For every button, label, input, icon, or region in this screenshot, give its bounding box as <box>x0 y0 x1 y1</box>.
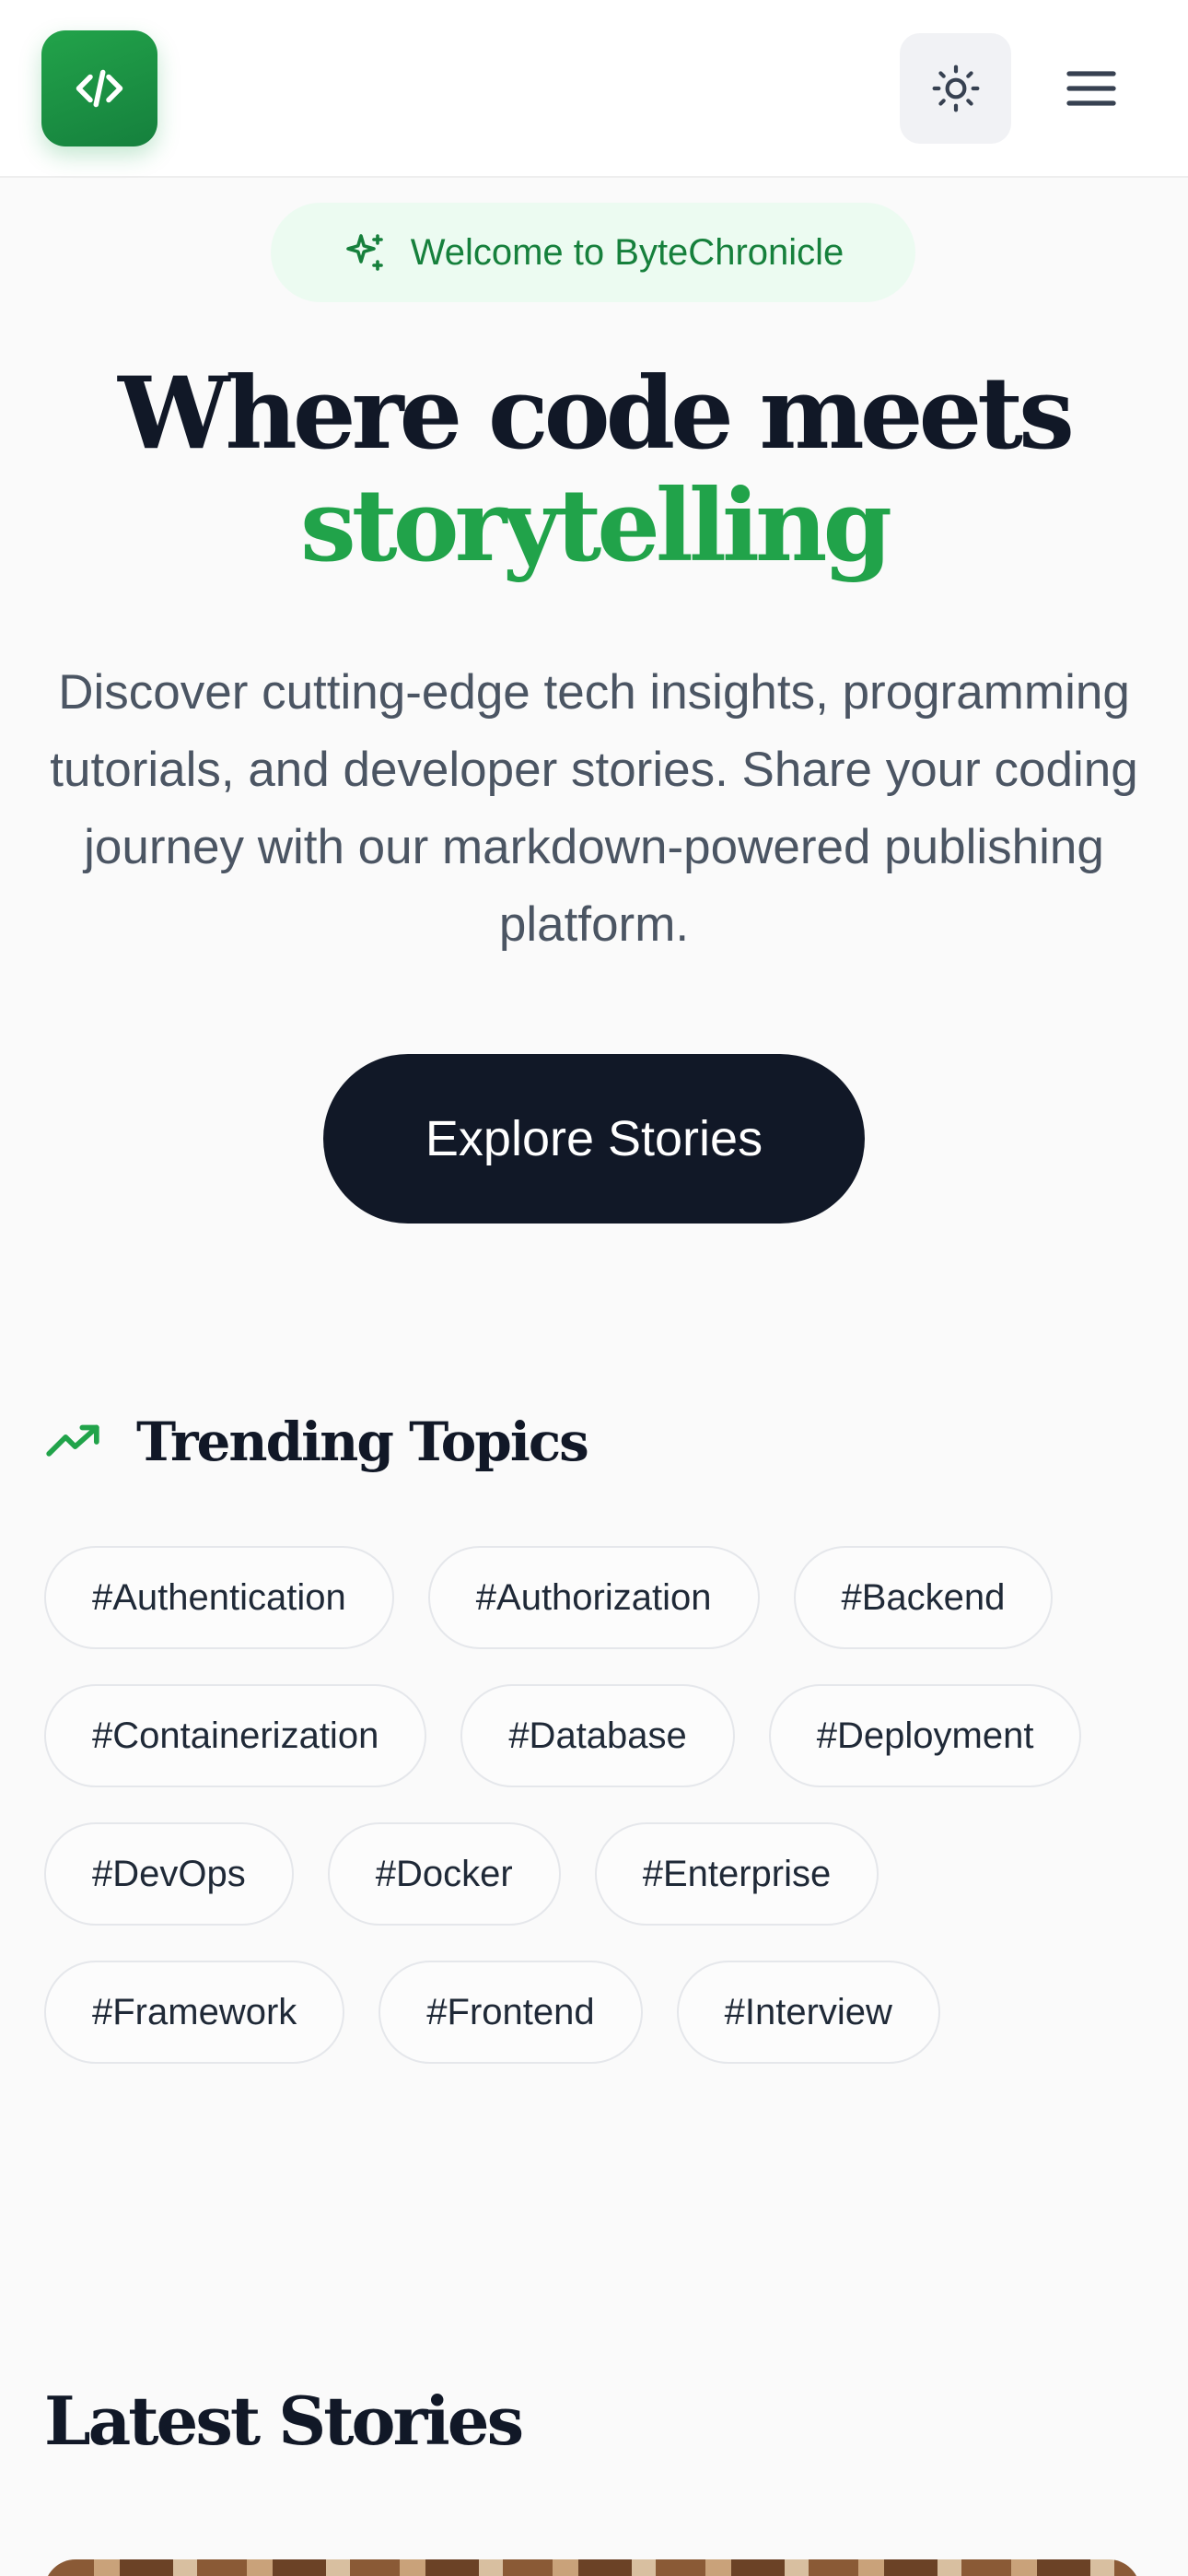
trending-header: Trending Topics <box>44 1400 589 1483</box>
site-logo[interactable] <box>41 30 157 146</box>
top-header <box>0 0 1188 178</box>
hero-title: Where code meets storytelling <box>0 357 1188 582</box>
hero-title-accent: storytelling <box>299 468 892 584</box>
explore-stories-button[interactable]: Explore Stories <box>323 1054 865 1224</box>
tag-docker[interactable]: #Docker <box>327 1822 561 1926</box>
tag-framework[interactable]: #Framework <box>44 1961 345 2064</box>
hamburger-menu-icon <box>1066 71 1116 106</box>
theme-toggle-button[interactable] <box>900 33 1011 144</box>
tag-authentication[interactable]: #Authentication <box>44 1546 394 1649</box>
tag-backend[interactable]: #Backend <box>793 1546 1054 1649</box>
sun-icon <box>932 64 979 112</box>
tag-deployment[interactable]: #Deployment <box>768 1684 1082 1787</box>
sparkles-icon <box>345 234 383 271</box>
latest-stories-title: Latest Stories <box>44 2382 524 2460</box>
trending-title: Trending Topics <box>136 1411 589 1473</box>
tag-database[interactable]: #Database <box>460 1684 735 1787</box>
trending-up-icon <box>46 1424 99 1457</box>
welcome-badge-text: Welcome to ByteChronicle <box>410 231 844 273</box>
tag-frontend[interactable]: #Frontend <box>379 1961 643 2064</box>
tag-authorization[interactable]: #Authorization <box>427 1546 760 1649</box>
tag-interview[interactable]: #Interview <box>676 1961 940 2064</box>
code-brackets-icon <box>76 69 123 108</box>
story-card-image[interactable] <box>44 2559 1140 2576</box>
welcome-badge: Welcome to ByteChronicle <box>271 203 915 302</box>
hero-title-line1: Where code meets <box>118 356 1075 472</box>
tag-enterprise[interactable]: #Enterprise <box>594 1822 879 1926</box>
menu-button[interactable] <box>1045 42 1137 135</box>
tag-devops[interactable]: #DevOps <box>44 1822 294 1926</box>
hero-description: Discover cutting-edge tech insights, pro… <box>50 665 1138 952</box>
trending-tags: #Authentication #Authorization #Backend … <box>44 1546 1149 2064</box>
tag-containerization[interactable]: #Containerization <box>44 1684 427 1787</box>
